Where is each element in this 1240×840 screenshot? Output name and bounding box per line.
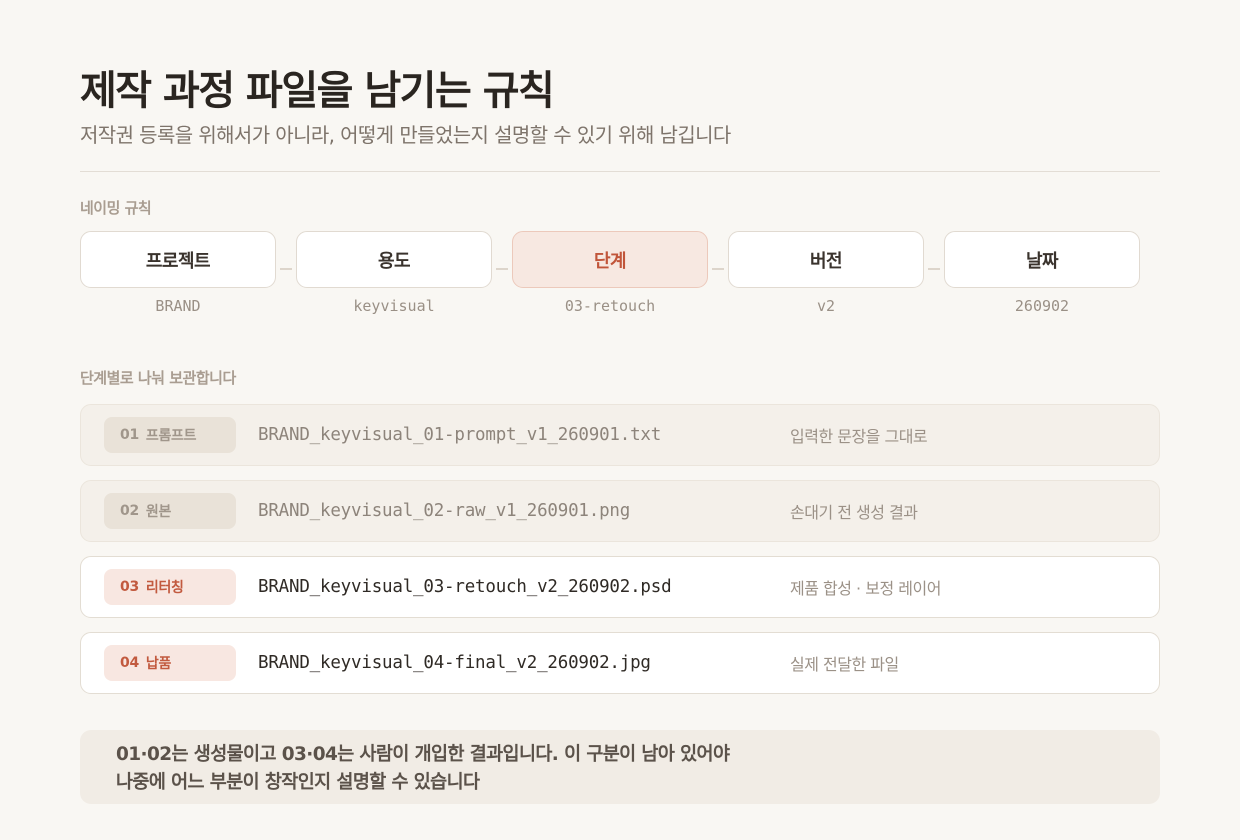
stage-number: 01 xyxy=(120,427,139,443)
file-description: 제품 합성 · 보정 레이어 xyxy=(790,578,941,598)
naming-section-label: 네이밍 규칙 xyxy=(80,199,152,217)
page-title: 제작 과정 파일을 남기는 규칙 xyxy=(80,68,555,114)
naming-example-purpose: keyvisual xyxy=(353,297,435,315)
file-name: BRAND_keyvisual_01-prompt_v1_260901.txt xyxy=(258,424,662,445)
stage-badge: 02 원본 xyxy=(104,493,236,529)
naming-part-purpose: 용도 xyxy=(296,231,492,288)
naming-part-project: 프로젝트 xyxy=(80,231,276,288)
note-box: 01·02는 생성물이고 03·04는 사람이 개입한 결과입니다. 이 구분이… xyxy=(80,730,1160,804)
stage-badge: 04 납품 xyxy=(104,645,236,681)
note-line: 나중에 어느 부분이 창작인지 설명할 수 있습니다 xyxy=(116,772,480,793)
stage-name: 리터칭 xyxy=(145,580,184,596)
naming-example-project: BRAND xyxy=(155,297,201,315)
page-subtitle: 저작권 등록을 위해서가 아니라, 어떻게 만들었는지 설명할 수 있기 위해 … xyxy=(80,123,731,147)
naming-example-stage: 03-retouch xyxy=(564,297,656,315)
stage-name: 납품 xyxy=(145,656,172,672)
file-description: 입력한 문장을 그대로 xyxy=(790,426,928,446)
stages-section-label: 단계별로 나눠 보관합니다 xyxy=(80,369,236,387)
file-name: BRAND_keyvisual_03-retouch_v2_260902.psd xyxy=(258,576,672,597)
naming-rule-row: 프로젝트 BRAND 용도 keyvisual 단계 03-retouch 버전… xyxy=(80,231,1160,321)
naming-separator xyxy=(496,268,508,270)
naming-separator xyxy=(712,268,724,270)
file-name: BRAND_keyvisual_04-final_v2_260902.jpg xyxy=(258,652,651,673)
stage-badge: 03 리터칭 xyxy=(104,569,236,605)
stage-badge: 01 프롬프트 xyxy=(104,417,236,453)
naming-example-version: v2 xyxy=(816,297,836,315)
file-row-final: 04 납품 BRAND_keyvisual_04-final_v2_260902… xyxy=(80,632,1160,694)
file-row-prompt: 01 프롬프트 BRAND_keyvisual_01-prompt_v1_260… xyxy=(80,404,1160,466)
note-line: 01·02는 생성물이고 03·04는 사람이 개입한 결과입니다. 이 구분이… xyxy=(116,744,730,765)
naming-part-version: 버전 xyxy=(728,231,924,288)
naming-example-date: 260902 xyxy=(1014,297,1070,315)
stage-name: 프롬프트 xyxy=(145,428,197,444)
stage-number: 03 xyxy=(120,579,139,595)
naming-part-date: 날짜 xyxy=(944,231,1140,288)
stage-number: 04 xyxy=(120,655,139,671)
naming-separator xyxy=(928,268,940,270)
file-row-retouch: 03 리터칭 BRAND_keyvisual_03-retouch_v2_260… xyxy=(80,556,1160,618)
header-divider xyxy=(80,171,1160,172)
naming-part-stage: 단계 xyxy=(512,231,708,288)
file-description: 실제 전달한 파일 xyxy=(790,654,899,674)
stage-name: 원본 xyxy=(145,504,172,520)
stage-number: 02 xyxy=(120,503,139,519)
file-name: BRAND_keyvisual_02-raw_v1_260901.png xyxy=(258,500,631,521)
naming-separator xyxy=(280,268,292,270)
file-description: 손대기 전 생성 결과 xyxy=(790,502,918,522)
file-row-raw: 02 원본 BRAND_keyvisual_02-raw_v1_260901.p… xyxy=(80,480,1160,542)
